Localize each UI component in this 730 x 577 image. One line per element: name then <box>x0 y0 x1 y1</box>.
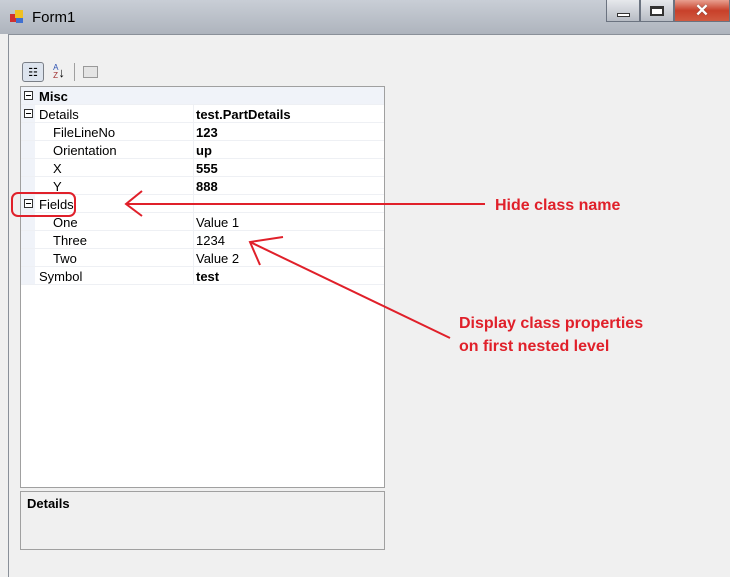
collapse-icon[interactable] <box>24 199 33 208</box>
annotation-hide-class-name: Hide class name <box>495 197 621 214</box>
alphabetical-button[interactable]: A Z ↓ <box>48 62 70 82</box>
property-value[interactable]: test <box>196 269 219 284</box>
toolbar-separator <box>74 63 75 81</box>
collapse-icon[interactable] <box>24 91 33 100</box>
property-row-three[interactable]: Three 1234 <box>21 231 384 249</box>
close-button[interactable]: ✕ <box>674 0 730 22</box>
property-grid[interactable]: Misc Details test.PartDetails FileLineNo 123… <box>20 86 385 488</box>
app-icon <box>10 10 24 24</box>
property-label: Details <box>39 107 79 122</box>
property-row-one[interactable]: One Value 1 <box>21 213 384 231</box>
column-divider[interactable] <box>193 213 194 231</box>
property-label: One <box>53 215 78 230</box>
description-title: Details <box>27 496 70 511</box>
maximize-button[interactable] <box>640 0 674 22</box>
property-label: FileLineNo <box>53 125 116 140</box>
property-value[interactable]: Value 2 <box>196 251 239 266</box>
property-value[interactable]: 555 <box>196 161 218 176</box>
property-row-symbol[interactable]: Symbol test <box>21 267 384 285</box>
minimize-icon <box>616 12 630 17</box>
property-row-filelineno[interactable]: FileLineNo 123 <box>21 123 384 141</box>
column-divider[interactable] <box>193 141 194 159</box>
column-divider[interactable] <box>193 195 194 213</box>
property-label: Fields <box>39 197 74 212</box>
property-label: X <box>53 161 62 176</box>
property-row-y[interactable]: Y 888 <box>21 177 384 195</box>
column-divider[interactable] <box>193 123 194 141</box>
property-value[interactable]: 123 <box>196 125 218 140</box>
property-row-fields[interactable]: Fields <box>21 195 384 213</box>
annotation-display-line1: Display class properties <box>459 315 644 332</box>
property-row-two[interactable]: Two Value 2 <box>21 249 384 267</box>
property-row-x[interactable]: X 555 <box>21 159 384 177</box>
column-divider[interactable] <box>193 177 194 195</box>
property-value[interactable]: 1234 <box>196 233 225 248</box>
column-divider[interactable] <box>193 267 194 285</box>
property-row-orientation[interactable]: Orientation up <box>21 141 384 159</box>
property-pages-icon <box>82 66 98 78</box>
maximize-icon <box>650 5 664 16</box>
annotation-display-line2: on first nested level <box>459 338 610 355</box>
property-value[interactable]: up <box>196 143 212 158</box>
property-label: Y <box>53 179 62 194</box>
title-bar: Form1 ✕ <box>0 0 730 34</box>
close-icon: ✕ <box>694 0 710 20</box>
property-label: Symbol <box>39 269 83 284</box>
property-value[interactable]: 888 <box>196 179 218 194</box>
property-label: Two <box>53 251 77 266</box>
description-panel: Details <box>20 491 385 550</box>
property-value[interactable]: test.PartDetails <box>196 107 291 122</box>
property-row-details[interactable]: Details test.PartDetails <box>21 105 384 123</box>
collapse-icon[interactable] <box>24 109 33 118</box>
column-divider[interactable] <box>193 249 194 267</box>
categorized-button[interactable]: ☷ <box>22 62 44 82</box>
property-pages-button[interactable] <box>79 62 101 82</box>
column-divider[interactable] <box>193 105 194 123</box>
categorized-icon: ☷ <box>28 66 38 79</box>
property-label: Orientation <box>53 143 117 158</box>
property-label: Three <box>53 233 87 248</box>
column-divider[interactable] <box>193 159 194 177</box>
property-row-misc[interactable]: Misc <box>21 87 384 105</box>
property-label: Misc <box>39 89 68 104</box>
property-grid-toolbar: ☷ A Z ↓ <box>22 62 101 82</box>
column-divider[interactable] <box>193 231 194 249</box>
property-value[interactable]: Value 1 <box>196 215 239 230</box>
window-title: Form1 <box>32 9 76 26</box>
minimize-button[interactable] <box>606 0 640 22</box>
